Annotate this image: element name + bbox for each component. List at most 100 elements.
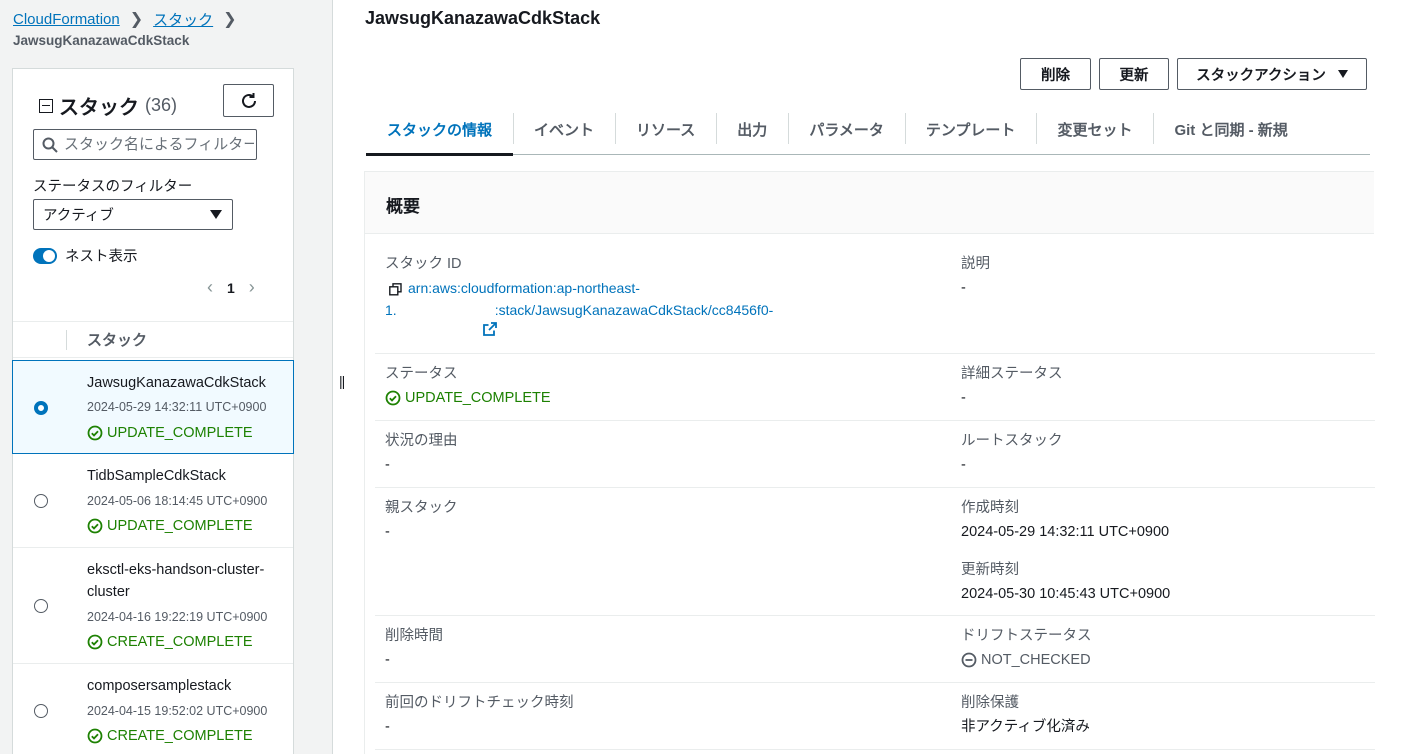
next-page-icon[interactable]: › [243,277,261,298]
stack-list-item[interactable]: composersamplestack 2024-04-15 19:52:02 … [13,664,293,754]
description-field: 説明 - [961,254,990,298]
status-reason-value: - [385,457,390,473]
stack-name[interactable]: JawsugKanazawaCdkStack [87,372,282,394]
update-button[interactable]: 更新 [1099,58,1169,90]
status-filter-label: ステータスのフィルター [33,179,193,195]
panel-title: スタック [59,97,139,119]
breadcrumb-cloudformation[interactable]: CloudFormation [13,11,120,28]
stack-id-text-1[interactable]: arn:aws:cloudformation:ap-northeast- [408,280,640,296]
stack-list-item[interactable]: JawsugKanazawaCdkStack 2024-05-29 14:32:… [12,360,294,454]
chevron-right-icon: ❯ [129,11,144,28]
updated-time-label: 更新時刻 [961,562,1019,578]
tab-stack-info[interactable]: スタックの情報 [366,105,514,156]
refresh-button[interactable] [223,84,274,117]
status-reason-field: 状況の理由 - [385,431,458,475]
external-link-icon[interactable] [483,322,497,336]
collapse-icon[interactable] [39,98,53,113]
termination-protection-label: 削除保護 [961,695,1019,711]
stack-radio-selected[interactable] [34,401,48,415]
description-label: 説明 [961,256,990,272]
termination-protection-value: 非アクティブ化済み [961,719,1090,735]
caret-down-icon [1337,70,1348,78]
pagination: ‹ 1 › [201,277,261,298]
check-circle-icon [87,634,103,650]
column-divider [66,329,67,350]
overview-row: 前回のドリフトチェック時刻 - 削除保護 非アクティブ化済み [375,683,1375,750]
search-icon [42,137,58,153]
stack-id-text-2b[interactable]: :stack/JawsugKanazawaCdkStack/cc8456f0- [495,302,774,318]
overview-row: 状況の理由 - ルートスタック - [375,421,1375,488]
tab-parameters[interactable]: パラメータ [788,105,905,155]
stack-id-label: スタック ID [385,256,462,272]
delete-button[interactable]: 削除 [1020,58,1091,90]
status-value: UPDATE_COMPLETE [385,388,551,408]
updated-time-value: 2024-05-30 10:45:43 UTC+0900 [961,586,1171,602]
status-filter-select[interactable]: アクティブ [33,199,233,230]
page-number[interactable]: 1 [227,280,235,296]
copy-icon[interactable] [389,282,402,296]
termination-protection-field: 削除保護 非アクティブ化済み [961,693,1090,737]
stack-id-text-2a[interactable]: 1. [385,302,397,318]
stack-list-panel: スタック (36) ステータスのフィルター アクティブ ネスト表示 ‹ 1 › … [12,68,294,754]
tab-git-sync[interactable]: Git と同期 - 新規 [1153,105,1308,155]
status-reason-label: 状況の理由 [385,433,458,449]
stack-id-field: スタック ID arn:aws:cloudformation:ap-northe… [385,254,905,339]
stack-radio[interactable] [34,494,48,508]
last-drift-check-label: 前回のドリフトチェック時刻 [385,695,574,711]
stack-name[interactable]: eksctl-eks-handson-cluster-cluster [87,559,282,603]
status-field: ステータス UPDATE_COMPLETE [385,364,551,408]
refresh-icon [241,92,256,108]
overview-row: 削除時間 - ドリフトステータス NOT_CHECKED [375,616,1375,683]
overview-row: ステータス UPDATE_COMPLETE 詳細ステータス - [375,354,1375,421]
status-filter-value: アクティブ [43,208,114,224]
prev-page-icon[interactable]: ‹ [201,277,219,298]
overview-row: スタック ID arn:aws:cloudformation:ap-northe… [375,234,1375,354]
stack-radio[interactable] [34,704,48,718]
stack-radio[interactable] [34,599,48,613]
stack-actions-button[interactable]: スタックアクション [1177,58,1367,90]
stack-search-input[interactable] [64,136,254,153]
overview-title: 概要 [365,172,1374,234]
tab-change-sets[interactable]: 変更セット [1036,105,1153,155]
tab-template[interactable]: テンプレート [904,105,1037,155]
stack-id-line1[interactable]: arn:aws:cloudformation:ap-northeast- [385,277,905,299]
chevron-right-icon: ❯ [223,11,237,28]
stack-column-header: スタック [87,332,148,349]
stack-list-item[interactable]: eksctl-eks-handson-cluster-cluster 2024-… [13,548,293,664]
stack-status-text: CREATE_COMPLETE [107,728,253,744]
description-value: - [961,280,966,296]
stack-actions-label: スタックアクション [1196,67,1326,84]
action-bar: 削除 更新 スタックアクション [1020,58,1367,90]
minus-circle-icon [961,652,977,668]
panel-resize-handle[interactable]: || [339,373,345,389]
stack-status-text: CREATE_COMPLETE [107,634,253,650]
external-link-wrap[interactable] [385,322,905,339]
stack-name[interactable]: composersamplestack [87,675,282,697]
tab-events[interactable]: イベント [513,105,615,155]
breadcrumb: CloudFormation ❯ スタック ❯ JawsugKanazawaCd… [13,8,323,49]
stack-search-field[interactable] [33,129,257,160]
stack-status-text: UPDATE_COMPLETE [107,518,253,534]
stack-list-header: スタック [13,321,293,358]
stack-id-line2[interactable]: 1. :stack/JawsugKanazawaCdkStack/cc8456f0… [385,299,905,321]
drift-status-value: NOT_CHECKED [961,650,1092,670]
drift-status-text: NOT_CHECKED [981,652,1091,668]
stack-date: 2024-05-06 18:14:45 UTC+0900 [87,494,268,508]
overview-panel: 概要 スタック ID arn:aws:cloudformation:ap-nor… [364,171,1375,754]
nested-view-label: ネスト表示 [65,249,138,265]
status-label: ステータス [385,366,458,382]
check-circle-icon [87,728,103,744]
status-text: UPDATE_COMPLETE [405,390,551,406]
overview-row: 親スタック - 作成時刻 2024-05-29 14:32:11 UTC+090… [375,488,1375,616]
drift-status-field: ドリフトステータス NOT_CHECKED [961,626,1092,670]
parent-stack-field: 親スタック - [385,498,458,542]
nested-view-toggle[interactable] [33,247,57,264]
stack-date: 2024-05-29 14:32:11 UTC+0900 [87,400,267,414]
tab-outputs[interactable]: 出力 [716,105,788,155]
breadcrumb-stacks[interactable]: スタック [153,9,213,30]
stack-list-item[interactable]: TidbSampleCdkStack 2024-05-06 18:14:45 U… [13,454,293,548]
tab-resources[interactable]: リソース [615,105,716,155]
detailed-status-label: 詳細ステータス [961,366,1063,382]
stack-name[interactable]: TidbSampleCdkStack [87,465,282,487]
root-stack-label: ルートスタック [961,433,1063,449]
